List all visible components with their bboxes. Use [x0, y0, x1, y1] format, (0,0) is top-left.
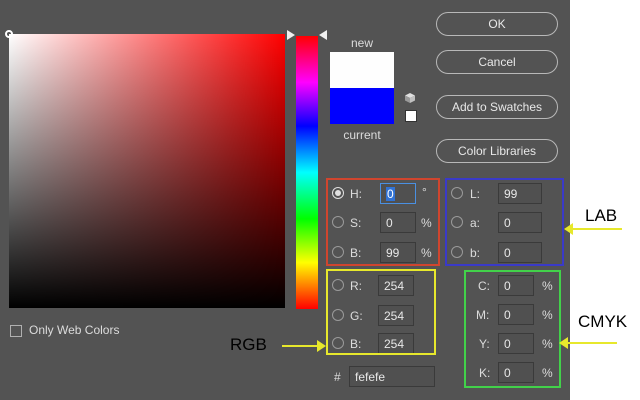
- hsb-highlight-box: [326, 178, 440, 266]
- new-color-label: new: [350, 36, 373, 50]
- hue-slider[interactable]: [296, 36, 318, 309]
- hue-slider-left-arrow-icon[interactable]: [287, 30, 295, 40]
- color-field-cursor[interactable]: [5, 30, 13, 38]
- cube-icon[interactable]: [404, 92, 416, 104]
- lab-arrow-icon: [564, 223, 622, 235]
- only-web-colors-checkbox[interactable]: [10, 325, 22, 337]
- cmyk-highlight-box: [464, 270, 561, 388]
- new-color-swatch: [330, 52, 394, 88]
- hex-hash-label: #: [334, 370, 341, 384]
- only-web-colors-label: Only Web Colors: [29, 323, 120, 337]
- current-color-swatch[interactable]: [330, 88, 394, 124]
- color-picker-dialog: new current OK Cancel Add to Swatches Co…: [0, 0, 570, 400]
- cmyk-arrow-icon: [559, 337, 617, 349]
- add-to-swatches-button[interactable]: Add to Swatches: [436, 95, 558, 119]
- color-libraries-button[interactable]: Color Libraries: [436, 139, 558, 163]
- cmyk-annotation-label: CMYK: [578, 312, 628, 331]
- screenshot: new current OK Cancel Add to Swatches Co…: [0, 0, 640, 400]
- lab-highlight-box: [445, 178, 564, 266]
- lab-annotation-label: LAB: [585, 206, 618, 225]
- web-safe-color-swatch[interactable]: [405, 110, 417, 122]
- hue-slider-right-arrow-icon[interactable]: [319, 30, 327, 40]
- cancel-button[interactable]: Cancel: [436, 50, 558, 74]
- color-field[interactable]: [5, 30, 285, 308]
- rgb-highlight-box: [326, 269, 436, 355]
- rgb-annotation-label: RGB: [230, 335, 267, 354]
- ok-button[interactable]: OK: [436, 12, 558, 36]
- rgb-arrow-icon: [282, 340, 326, 352]
- current-color-label: current: [343, 128, 381, 142]
- hex-input[interactable]: fefefe: [349, 366, 435, 387]
